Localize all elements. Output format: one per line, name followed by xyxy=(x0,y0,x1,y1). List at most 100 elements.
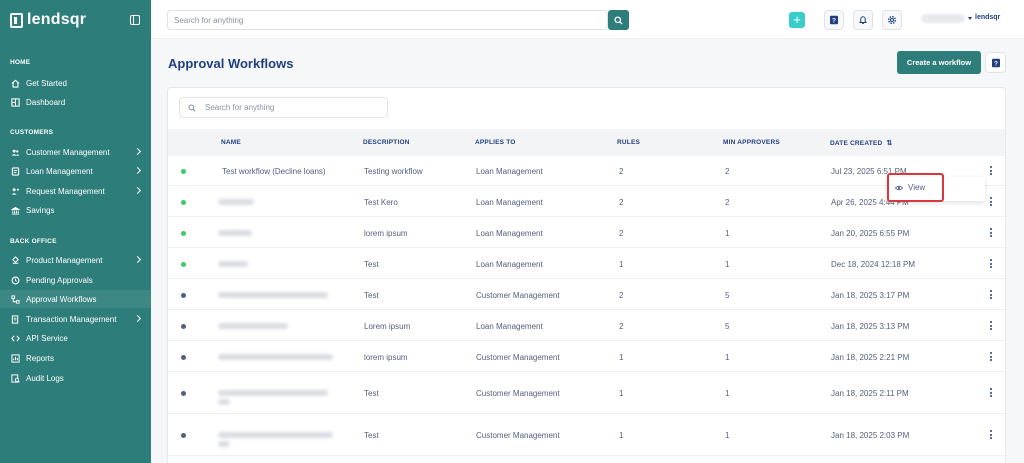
row-actions-kebab-icon[interactable] xyxy=(990,430,993,441)
create-workflow-button[interactable]: Create a workflow xyxy=(897,51,981,74)
workflow-description: Test xyxy=(364,260,379,269)
table-row[interactable]: Test workflow (Decline loans) Testing wor… xyxy=(168,156,1005,186)
status-dot xyxy=(181,200,186,205)
collapse-sidebar-icon[interactable] xyxy=(130,15,140,25)
workflow-applies-to: Customer Management xyxy=(476,389,560,398)
user-name-redacted[interactable] xyxy=(921,14,965,23)
column-header-description: DESCRIPTION xyxy=(363,139,410,146)
sidebar-item-label: Customer Management xyxy=(26,147,110,157)
sort-icon[interactable]: ⇅ xyxy=(886,139,892,147)
svg-text:?: ? xyxy=(832,17,836,24)
row-actions-kebab-icon[interactable] xyxy=(990,352,993,363)
savings-icon xyxy=(11,206,20,215)
workflow-applies-to: Customer Management xyxy=(476,431,560,440)
section-title-back-office: BACK OFFICE xyxy=(10,238,57,245)
table-row[interactable]: Test Kero Loan Management 2 2 Apr 26, 2025 4… xyxy=(168,186,1005,217)
workflows-table-card: Search for anything NAME DESCRIPTION APP… xyxy=(167,87,1006,463)
row-actions-kebab-icon[interactable] xyxy=(990,166,993,177)
sidebar-item-dashboard[interactable]: Dashboard xyxy=(0,93,151,111)
lendsqr-logo-icon xyxy=(10,12,23,28)
status-dot xyxy=(181,293,186,298)
workflow-rules-count: 2 xyxy=(619,198,624,207)
sidebar-item-approval-workflows[interactable]: Approval Workflows xyxy=(0,290,151,308)
workflow-description: lorem ipsum xyxy=(364,229,408,238)
sidebar-item-reports[interactable]: Reports xyxy=(0,349,151,367)
table-row[interactable]: Test Loan Management 1 1 Dec 18, 2024 12:18 … xyxy=(168,248,1005,279)
request-icon xyxy=(11,187,20,196)
page-help-button[interactable]: ? xyxy=(985,52,1006,73)
svg-text:?: ? xyxy=(994,60,998,67)
settings-button[interactable] xyxy=(882,10,902,30)
table-row[interactable]: Test Customer Management 2 5 Jan 18, 2025 3:… xyxy=(168,279,1005,310)
table-row[interactable]: Test Customer Management 1 1 Jan 18, 2025 2:… xyxy=(168,414,1005,456)
workflow-applies-to: Loan Management xyxy=(476,260,543,269)
sidebar-item-customer-management[interactable]: Customer Management xyxy=(0,143,151,161)
add-button[interactable]: + xyxy=(789,12,805,28)
users-icon xyxy=(11,148,20,157)
row-actions-kebab-icon[interactable] xyxy=(990,197,993,208)
sidebar-item-label: Request Management xyxy=(26,186,105,196)
workflow-name-redacted xyxy=(218,230,252,236)
workflow-description: Test Kero xyxy=(364,198,398,207)
row-actions-kebab-icon[interactable] xyxy=(990,388,993,399)
chevron-right-icon xyxy=(133,147,142,156)
workflow-min-approvers: 1 xyxy=(725,431,730,440)
workflow-description: lorem ipsum xyxy=(364,353,408,362)
column-header-date-created[interactable]: DATE CREATED ⇅ xyxy=(830,139,892,147)
sidebar-item-loan-management[interactable]: Loan Management xyxy=(0,162,151,180)
workflow-rules-count: 2 xyxy=(619,322,624,331)
help-book-icon: ? xyxy=(830,15,838,24)
table-row[interactable]: Test Customer Management 1 1 Jan 18, 2025 2:… xyxy=(168,372,1005,414)
sidebar-item-savings[interactable]: Savings xyxy=(0,201,151,219)
workflow-min-approvers: 1 xyxy=(725,389,730,398)
row-actions-kebab-icon[interactable] xyxy=(990,290,993,301)
status-dot xyxy=(181,231,186,236)
sidebar-item-label: Savings xyxy=(26,205,55,215)
status-dot xyxy=(181,391,186,396)
top-bar: Search for anything + ? lendsqr xyxy=(151,0,1024,39)
table-row[interactable]: lorem ipsum Loan Management 2 1 Jan 20, 2025… xyxy=(168,217,1005,248)
loan-icon xyxy=(11,166,20,176)
help-button[interactable]: ? xyxy=(824,10,844,30)
workflow-date-created: Jan 18, 2025 2:11 PM xyxy=(831,389,909,398)
chevron-right-icon xyxy=(133,314,142,323)
chevron-right-icon xyxy=(133,255,142,264)
status-dot xyxy=(181,433,186,438)
search-button[interactable] xyxy=(608,10,629,30)
gear-icon xyxy=(888,16,896,24)
notifications-button[interactable] xyxy=(853,10,873,30)
workflow-applies-to: Loan Management xyxy=(476,198,543,207)
sidebar-item-api-service[interactable]: API Service xyxy=(0,329,151,347)
sidebar-item-transaction-management[interactable]: Transaction Management xyxy=(0,310,151,328)
table-row[interactable]: lorem ipsum Customer Management 1 1 Jan 18, … xyxy=(168,341,1005,372)
view-highlight-box xyxy=(887,173,944,202)
workflow-name-redacted xyxy=(218,261,248,267)
workflow-description: Lorem ipsum xyxy=(364,322,411,331)
search-icon xyxy=(614,15,623,25)
sidebar-item-request-management[interactable]: Request Management xyxy=(0,182,151,200)
row-actions-kebab-icon[interactable] xyxy=(990,321,993,332)
sidebar-item-pending-approvals[interactable]: Pending Approvals xyxy=(0,271,151,289)
workflow-min-approvers: 2 xyxy=(725,198,730,207)
chevron-right-icon xyxy=(133,186,142,195)
workflow-icon xyxy=(11,294,20,304)
sidebar-item-label: Pending Approvals xyxy=(26,275,93,285)
sidebar-item-get-started[interactable]: Get Started xyxy=(0,74,151,92)
workflow-date-created: Dec 18, 2024 12:18 PM xyxy=(831,260,916,269)
column-header-name: NAME xyxy=(221,139,241,146)
brand-logo[interactable]: lendsqr xyxy=(10,11,86,29)
table-search-input[interactable]: Search for anything xyxy=(179,97,388,118)
status-dot xyxy=(181,324,186,329)
sidebar-item-product-management[interactable]: Product Management xyxy=(0,251,151,269)
workflow-applies-to: Customer Management xyxy=(476,353,560,362)
column-header-applies-to: APPLIES TO xyxy=(475,139,516,146)
row-actions-kebab-icon[interactable] xyxy=(990,228,993,239)
row-actions-kebab-icon[interactable] xyxy=(990,259,993,270)
sidebar-item-label: Audit Logs xyxy=(26,373,64,383)
home-icon xyxy=(11,79,20,88)
caret-down-icon[interactable] xyxy=(968,17,972,20)
table-row[interactable]: Lorem ipsum Loan Management 2 5 Jan 18, 2025… xyxy=(168,310,1005,341)
global-search-input[interactable]: Search for anything xyxy=(167,10,608,30)
sidebar-item-audit-logs[interactable]: Audit Logs xyxy=(0,369,151,387)
api-icon xyxy=(11,334,20,343)
